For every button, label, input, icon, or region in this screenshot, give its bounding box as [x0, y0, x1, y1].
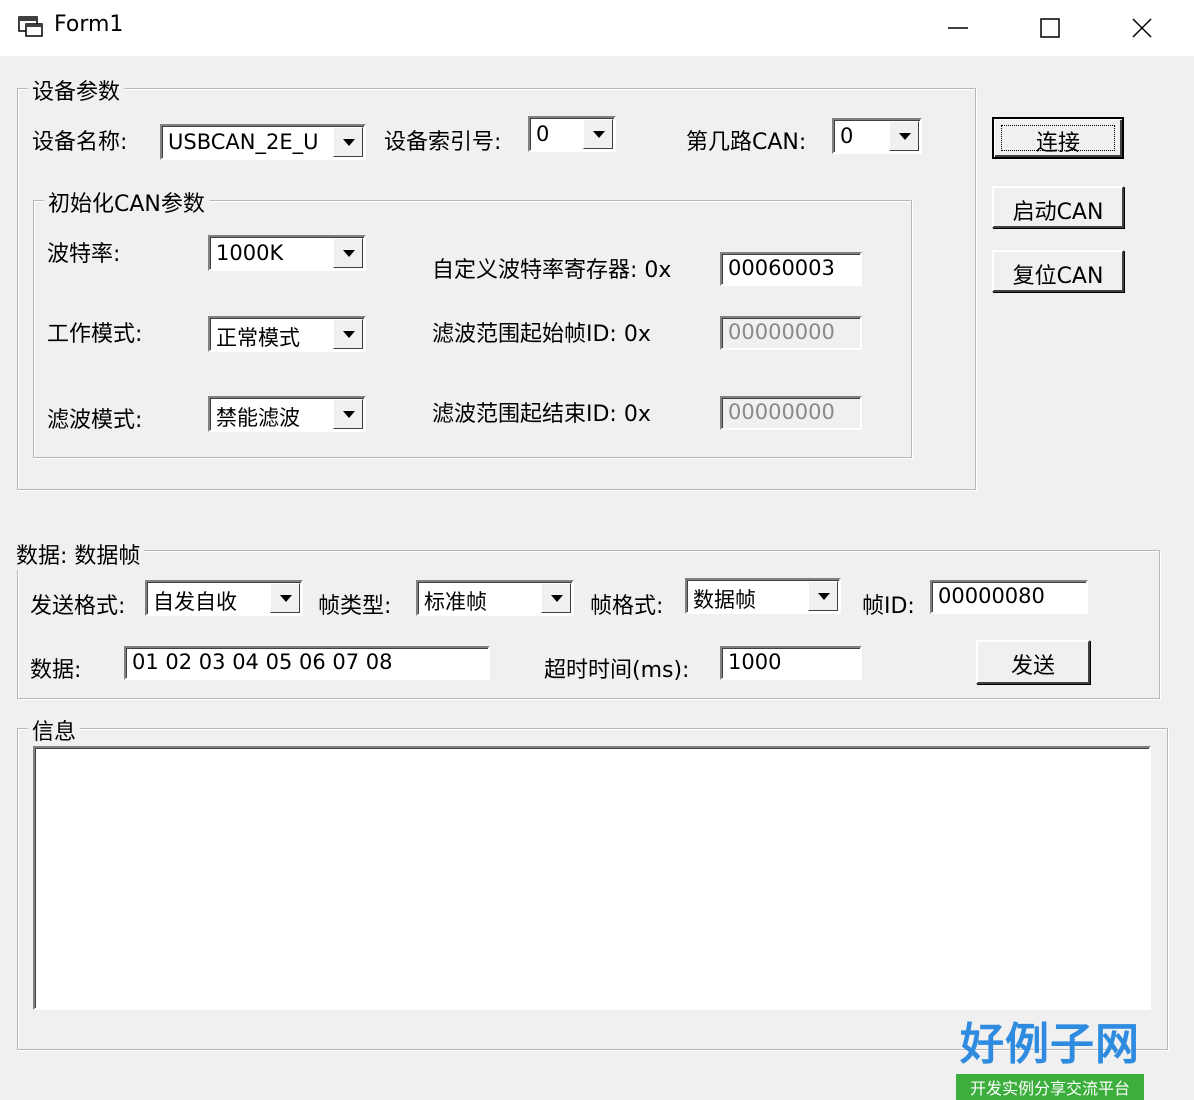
- chevron-down-icon[interactable]: [270, 583, 300, 613]
- data-input[interactable]: 01 02 03 04 05 06 07 08: [124, 646, 490, 680]
- window-title: Form1: [54, 12, 124, 37]
- send-button[interactable]: 发送: [976, 640, 1090, 684]
- frame-format-combo[interactable]: 数据帧: [685, 578, 841, 614]
- title-bar[interactable]: Form1: [0, 0, 1194, 56]
- device-index-label: 设备索引号:: [384, 130, 502, 155]
- chevron-down-icon[interactable]: [333, 238, 363, 268]
- send-format-label: 发送格式:: [30, 594, 126, 619]
- chevron-down-icon[interactable]: [889, 121, 919, 151]
- close-icon: [1132, 18, 1152, 38]
- info-log-area[interactable]: [33, 746, 1151, 1010]
- init-can-group-title: 初始化CAN参数: [44, 186, 209, 218]
- filter-mode-label: 滤波模式:: [47, 408, 143, 433]
- filter-end-input[interactable]: 00000000: [720, 396, 862, 430]
- work-mode-combo[interactable]: 正常模式: [208, 316, 366, 352]
- timeout-input[interactable]: 1000: [720, 646, 862, 680]
- filter-start-input[interactable]: 00000000: [720, 316, 862, 350]
- baud-rate-label: 波特率:: [47, 242, 121, 267]
- chevron-down-icon[interactable]: [541, 583, 571, 613]
- frame-id-input[interactable]: 00000080: [930, 580, 1088, 614]
- reset-can-button-label: 复位CAN: [1012, 264, 1104, 289]
- device-index-value: 0: [536, 122, 550, 146]
- chevron-down-icon[interactable]: [808, 581, 838, 611]
- can-channel-combo[interactable]: 0: [832, 118, 922, 154]
- close-button[interactable]: [1096, 0, 1188, 56]
- can-channel-label: 第几路CAN:: [686, 130, 807, 155]
- baud-rate-combo[interactable]: 1000K: [208, 235, 366, 271]
- chevron-down-icon[interactable]: [333, 319, 363, 349]
- custom-baud-input[interactable]: 00060003: [720, 252, 862, 286]
- connect-button[interactable]: 连接: [992, 117, 1124, 159]
- timeout-label: 超时时间(ms):: [544, 658, 690, 683]
- start-can-button-label: 启动CAN: [1012, 200, 1104, 225]
- send-button-label: 发送: [1010, 654, 1055, 679]
- filter-mode-combo[interactable]: 禁能滤波: [208, 396, 366, 432]
- baud-rate-value: 1000K: [216, 241, 284, 265]
- data-label: 数据:: [30, 658, 82, 683]
- send-format-value: 自发自收: [153, 590, 237, 614]
- device-name-label: 设备名称:: [32, 130, 128, 155]
- chevron-down-icon[interactable]: [333, 127, 363, 157]
- watermark-brand: 好例子网: [960, 1019, 1140, 1070]
- start-can-button[interactable]: 启动CAN: [992, 186, 1124, 228]
- device-name-combo[interactable]: USBCAN_2E_U: [160, 124, 366, 160]
- data-frame-group-title: 数据: 数据帧: [12, 538, 145, 570]
- app-form-icon: [18, 16, 43, 37]
- work-mode-value: 正常模式: [216, 326, 300, 350]
- frame-format-value: 数据帧: [693, 588, 756, 612]
- filter-end-label: 滤波范围起结束ID: 0x: [432, 402, 651, 427]
- filter-start-label: 滤波范围起始帧ID: 0x: [432, 322, 651, 347]
- minimize-button[interactable]: [912, 0, 1004, 56]
- reset-can-button[interactable]: 复位CAN: [992, 250, 1124, 292]
- custom-baud-label: 自定义波特率寄存器: 0x: [432, 258, 672, 283]
- maximize-icon: [1040, 18, 1060, 38]
- frame-format-label: 帧格式:: [590, 594, 664, 619]
- connect-button-label: 连接: [1035, 131, 1080, 156]
- device-params-group-title: 设备参数: [28, 74, 125, 106]
- minimize-icon: [948, 27, 968, 29]
- frame-type-combo[interactable]: 标准帧: [416, 580, 574, 616]
- filter-mode-value: 禁能滤波: [216, 406, 300, 430]
- can-channel-value: 0: [840, 124, 854, 148]
- work-mode-label: 工作模式:: [47, 322, 143, 347]
- chevron-down-icon[interactable]: [583, 119, 613, 149]
- send-format-combo[interactable]: 自发自收: [145, 580, 303, 616]
- watermark-logo: 好例子网 开发实例分享交流平台: [950, 1008, 1150, 1100]
- info-group-title: 信息: [28, 714, 81, 746]
- frame-type-label: 帧类型:: [318, 594, 392, 619]
- frame-type-value: 标准帧: [424, 590, 487, 614]
- watermark-slogan: 开发实例分享交流平台: [956, 1074, 1144, 1100]
- maximize-button[interactable]: [1004, 0, 1096, 56]
- device-name-value: USBCAN_2E_U: [168, 130, 319, 154]
- frame-id-label: 帧ID:: [862, 594, 915, 619]
- chevron-down-icon[interactable]: [333, 399, 363, 429]
- device-index-combo[interactable]: 0: [528, 116, 616, 152]
